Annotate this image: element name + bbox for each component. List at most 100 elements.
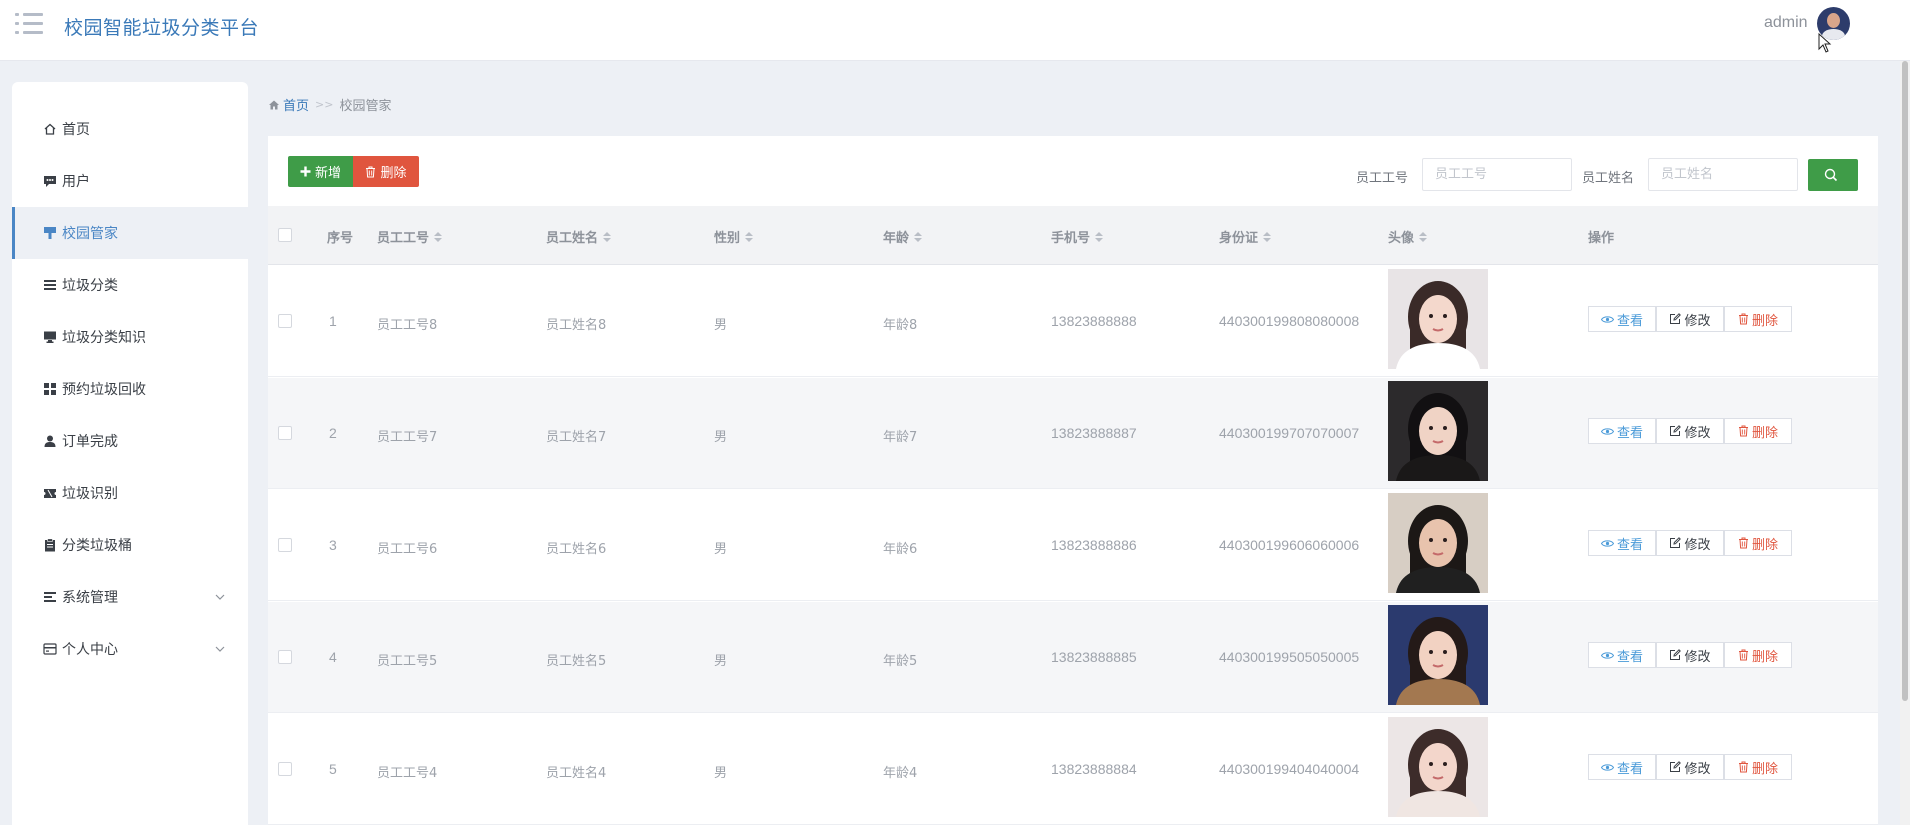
view-button-label: 查看 xyxy=(1616,313,1643,329)
cell-phone: 13823888885 xyxy=(1051,649,1137,665)
edit-button[interactable]: 修改 xyxy=(1656,530,1724,556)
eye-icon xyxy=(1600,651,1614,659)
cell-age: 年龄5 xyxy=(883,654,918,669)
view-button[interactable]: 查看 xyxy=(1588,306,1656,332)
add-button[interactable]: 新增 xyxy=(288,156,353,187)
list-icon xyxy=(43,278,57,292)
trash-icon xyxy=(1738,649,1748,661)
sidebar-item-classification-knowledge[interactable]: 垃圾分类知识 xyxy=(12,311,248,363)
cell-phone: 13823888888 xyxy=(1051,313,1137,329)
avatar-photo xyxy=(1388,493,1488,593)
delete-button-label: 删除 xyxy=(1751,649,1778,665)
row-checkbox[interactable] xyxy=(278,426,292,440)
scrollbar-thumb[interactable] xyxy=(1902,61,1908,701)
cell-id-card: 440300199808080008 xyxy=(1219,313,1360,329)
user-icon xyxy=(43,434,57,448)
delete-button[interactable]: 删除 xyxy=(1724,642,1792,668)
delete-button-label: 删除 xyxy=(1751,761,1778,777)
sort-icon xyxy=(1095,231,1104,242)
edit-button[interactable]: 修改 xyxy=(1656,306,1724,332)
row-checkbox[interactable] xyxy=(278,314,292,328)
edit-button-label: 修改 xyxy=(1684,761,1711,777)
trash-icon xyxy=(366,166,376,177)
column-header-employee-no[interactable]: 员工工号 xyxy=(377,227,443,246)
user-name[interactable]: admin xyxy=(1764,14,1808,32)
employee-name-input[interactable] xyxy=(1648,158,1798,191)
cell-phone: 13823888884 xyxy=(1051,761,1137,777)
home-icon xyxy=(43,122,57,136)
edit-button-label: 修改 xyxy=(1684,313,1711,329)
select-all-checkbox[interactable] xyxy=(278,228,292,242)
row-checkbox[interactable] xyxy=(278,650,292,664)
cell-id-card: 440300199707070007 xyxy=(1219,425,1360,441)
column-header-phone[interactable]: 手机号 xyxy=(1051,227,1104,246)
edit-button[interactable]: 修改 xyxy=(1656,418,1724,444)
column-header-gender[interactable]: 性别 xyxy=(714,227,754,246)
column-header-employee-name[interactable]: 员工姓名 xyxy=(546,227,612,246)
cell-employee-no: 员工工号5 xyxy=(377,654,438,669)
delete-button[interactable]: 删除 xyxy=(1724,306,1792,332)
view-button[interactable]: 查看 xyxy=(1588,418,1656,444)
column-header-age[interactable]: 年龄 xyxy=(883,227,923,246)
sidebar-item-campus-steward[interactable]: 校园管家 xyxy=(12,207,248,259)
sidebar-item-order-complete[interactable]: 订单完成 xyxy=(12,415,248,467)
view-button[interactable]: 查看 xyxy=(1588,642,1656,668)
eye-icon xyxy=(1600,315,1614,323)
table-row: 5 员工工号4 员工姓名4 男 年龄4 13823888884 44030019… xyxy=(268,714,1878,825)
delete-button[interactable]: 删除 xyxy=(1724,530,1792,556)
content-card: 新增 删除 员工工号 员工姓名 序号 员工工号 员工姓名 性别 年龄 手机号 身… xyxy=(268,136,1878,825)
edit-button[interactable]: 修改 xyxy=(1656,642,1724,668)
sidebar-item-label: 预约垃圾回收 xyxy=(62,382,146,398)
cell-employee-no: 员工工号4 xyxy=(377,766,438,781)
row-checkbox[interactable] xyxy=(278,762,292,776)
settings-list-icon xyxy=(43,590,57,604)
sidebar-item-users[interactable]: 用户 xyxy=(12,155,248,207)
edit-icon xyxy=(1670,537,1682,548)
search-button[interactable] xyxy=(1808,159,1858,191)
avatar-photo xyxy=(1388,605,1488,705)
page-scrollbar[interactable] xyxy=(1900,61,1910,825)
sidebar-item-system-management[interactable]: 系统管理 xyxy=(12,571,248,623)
bulk-delete-button[interactable]: 删除 xyxy=(353,156,419,187)
edit-button-label: 修改 xyxy=(1684,649,1711,665)
card-icon xyxy=(43,642,57,656)
table-header: 序号 员工工号 员工姓名 性别 年龄 手机号 身份证 头像 操作 xyxy=(268,206,1878,265)
delete-button[interactable]: 删除 xyxy=(1724,418,1792,444)
employee-no-label: 员工工号 xyxy=(1356,171,1409,186)
sidebar-item-home[interactable]: 首页 xyxy=(12,103,248,155)
breadcrumb-home[interactable]: 首页 xyxy=(268,95,309,114)
cell-employee-no: 员工工号7 xyxy=(377,430,438,445)
brush-icon xyxy=(43,226,57,240)
edit-button[interactable]: 修改 xyxy=(1656,754,1724,780)
edit-icon xyxy=(1670,425,1682,436)
cell-index: 4 xyxy=(329,649,337,665)
cell-age: 年龄7 xyxy=(883,430,918,445)
column-header-id-card[interactable]: 身份证 xyxy=(1219,227,1272,246)
sidebar-item-personal-center[interactable]: 个人中心 xyxy=(12,623,248,675)
cell-id-card: 440300199404040004 xyxy=(1219,761,1360,777)
cell-index: 2 xyxy=(329,425,337,441)
cell-employee-name: 员工姓名8 xyxy=(546,318,607,333)
employee-no-input[interactable] xyxy=(1422,158,1572,191)
sidebar-item-recycling-appointment[interactable]: 预约垃圾回收 xyxy=(12,363,248,415)
cell-index: 5 xyxy=(329,761,337,777)
add-button-label: 新增 xyxy=(314,166,341,181)
sidebar-item-garbage-classification[interactable]: 垃圾分类 xyxy=(12,259,248,311)
cell-phone: 13823888887 xyxy=(1051,425,1137,441)
sort-icon xyxy=(1263,231,1272,242)
cell-gender: 男 xyxy=(714,318,728,333)
trash-icon xyxy=(1738,425,1748,437)
app-title: 校园智能垃圾分类平台 xyxy=(64,17,260,39)
ticket-icon xyxy=(43,486,57,500)
table-row: 4 员工工号5 员工姓名5 男 年龄5 13823888885 44030019… xyxy=(268,602,1878,713)
cell-employee-no: 员工工号8 xyxy=(377,318,438,333)
sidebar-item-sorted-bins[interactable]: 分类垃圾桶 xyxy=(12,519,248,571)
breadcrumb-home-label: 首页 xyxy=(283,99,310,114)
row-checkbox[interactable] xyxy=(278,538,292,552)
menu-toggle-icon[interactable] xyxy=(15,13,43,35)
view-button[interactable]: 查看 xyxy=(1588,754,1656,780)
column-header-avatar[interactable]: 头像 xyxy=(1388,227,1428,246)
sidebar-item-garbage-recognition[interactable]: 垃圾识别 xyxy=(12,467,248,519)
delete-button[interactable]: 删除 xyxy=(1724,754,1792,780)
view-button[interactable]: 查看 xyxy=(1588,530,1656,556)
